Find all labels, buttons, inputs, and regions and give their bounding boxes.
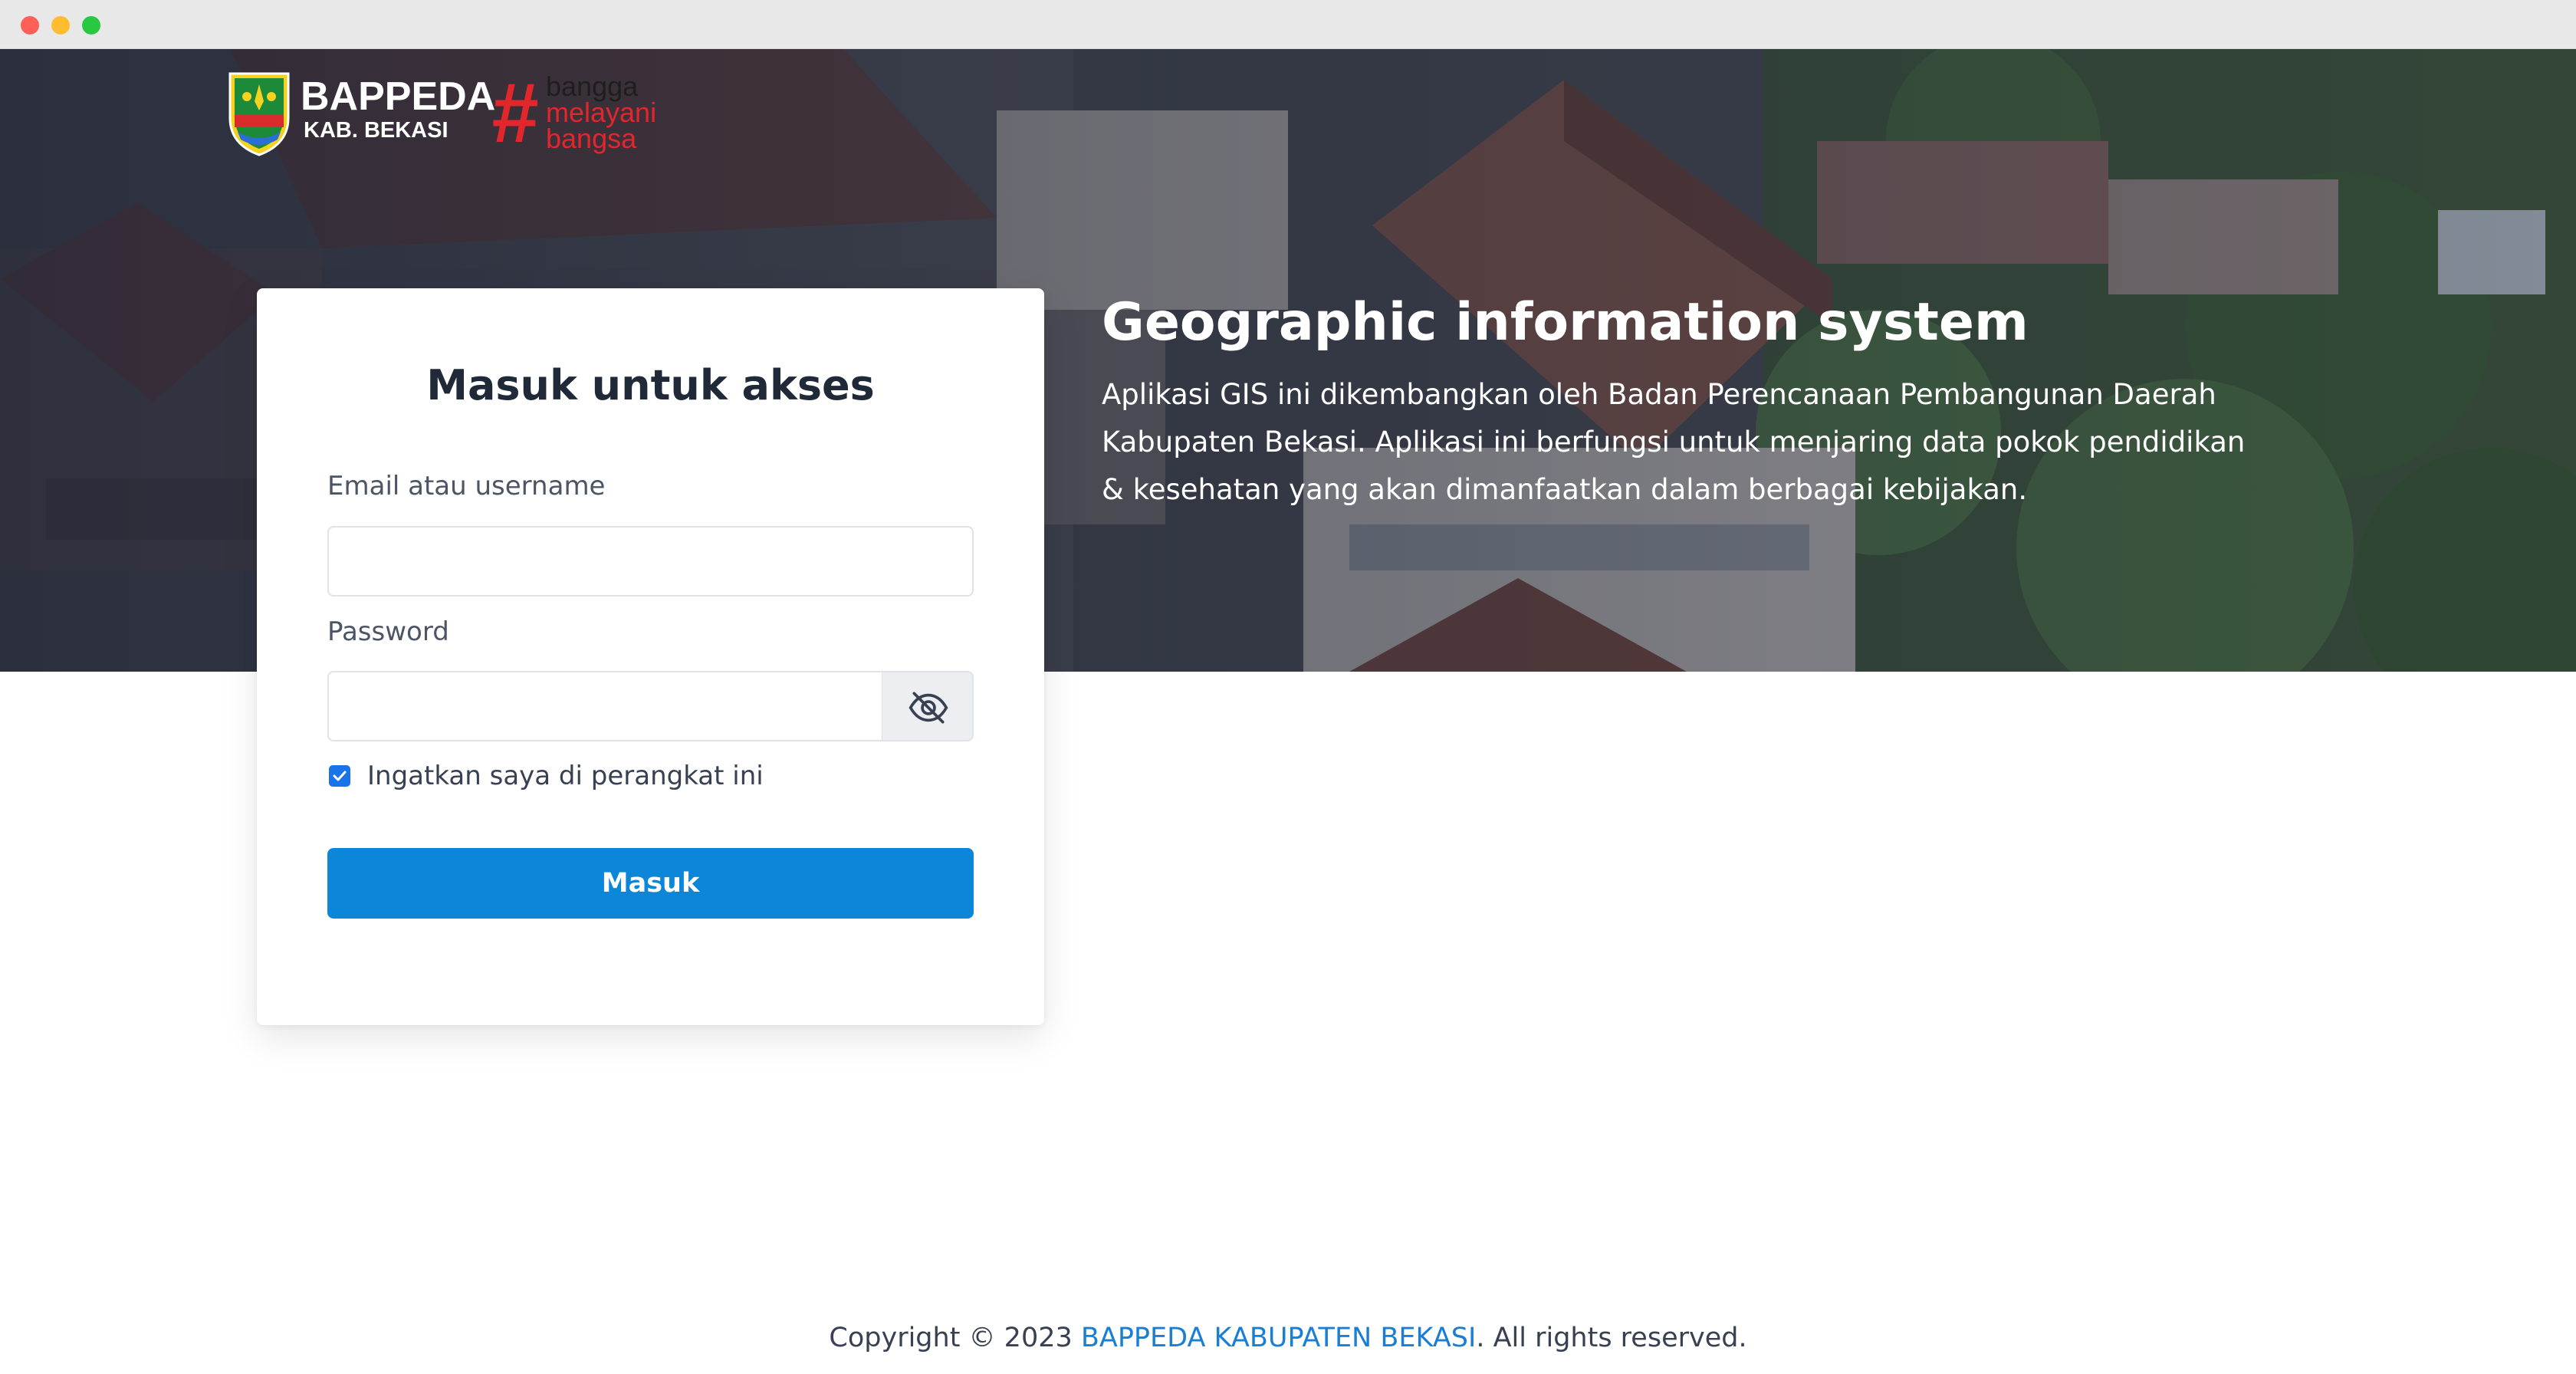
check-icon [333, 771, 347, 781]
hero-description: Aplikasi GIS ini dikembangkan oleh Badan… [1102, 378, 2246, 506]
footer-prefix: Copyright © 2023 [829, 1323, 1081, 1353]
footer-copyright: Copyright © 2023 BAPPEDA KABUPATEN BEKAS… [0, 1319, 2576, 1357]
password-label: Password [327, 616, 449, 647]
logo-word: melayani [546, 97, 657, 128]
login-title: Masuk untuk akses [426, 361, 875, 409]
window-minimize-button[interactable] [51, 16, 70, 35]
logo-hash-symbol: # [491, 66, 538, 160]
footer-suffix: . All rights reserved. [1476, 1323, 1747, 1353]
remember-me-checkbox[interactable] [329, 765, 350, 787]
window-close-button[interactable] [21, 16, 39, 35]
logo-subtitle: KAB. BEKASI [304, 118, 449, 143]
logo-tagline: bangga melayani bangsa [546, 71, 657, 154]
footer-org-link[interactable]: BAPPEDA KABUPATEN BEKASI [1081, 1323, 1476, 1353]
window-maximize-button[interactable] [82, 16, 100, 35]
logo-word: bangga [546, 71, 639, 102]
login-submit-button[interactable]: Masuk [327, 848, 974, 919]
email-label: Email atau username [327, 471, 606, 501]
logo-title: BAPPEDA [301, 74, 496, 119]
password-field[interactable] [327, 671, 883, 741]
remember-me-label[interactable]: Ingatkan saya di perangkat ini [367, 758, 764, 794]
bekasi-emblem-icon [228, 72, 290, 156]
toggle-password-visibility-button[interactable] [882, 671, 974, 741]
eye-off-icon [909, 692, 948, 724]
window-titlebar [0, 0, 2576, 49]
login-card: Masuk untuk akses Email atau username Pa… [257, 288, 1044, 1025]
bangga-melayani-bangsa-logo: # bangga melayani bangsa [491, 66, 675, 160]
bappeda-logo[interactable]: BAPPEDA KAB. BEKASI [224, 71, 495, 159]
logo-word: bangsa [546, 123, 637, 154]
email-field[interactable] [327, 526, 974, 597]
hero-title: Geographic information system [1102, 292, 2029, 353]
